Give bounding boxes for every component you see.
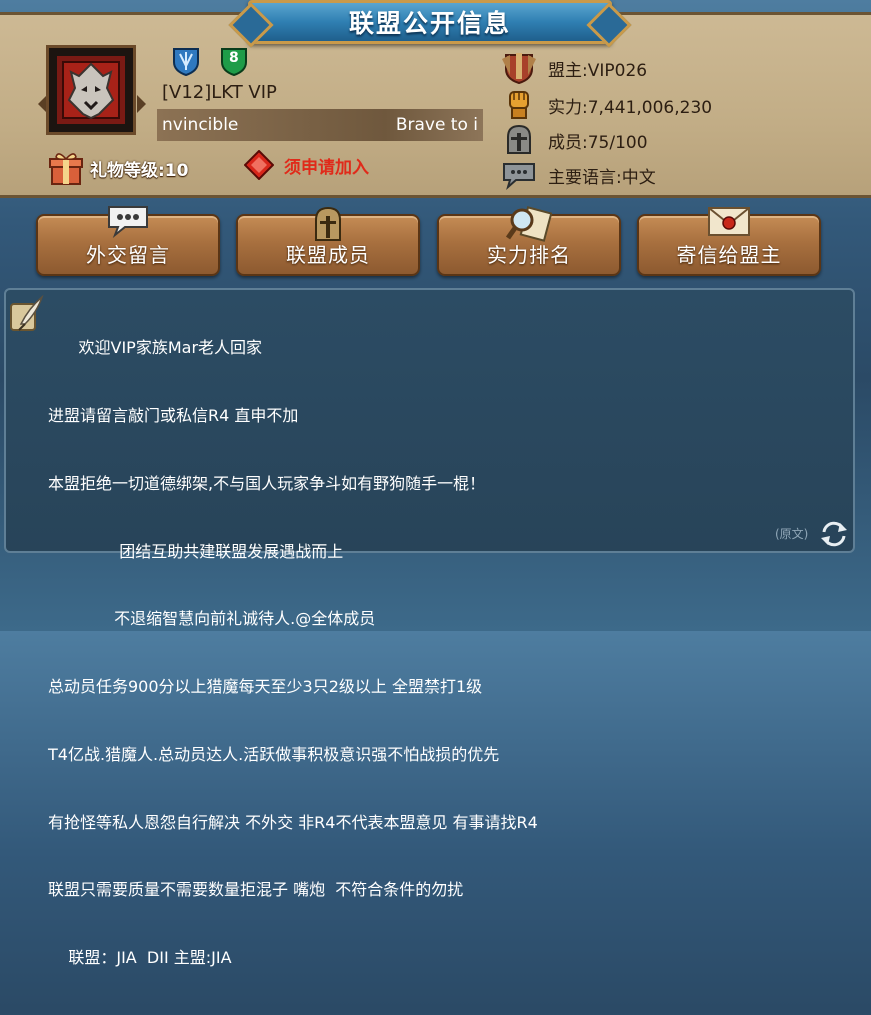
- members-text: 成员:75/100: [548, 132, 648, 153]
- alliance-motto: nvincible Brave to i: [157, 109, 483, 141]
- helmet-icon: [507, 124, 531, 154]
- notice-line: 进盟请留言敲门或私信R4 直申不加: [48, 405, 299, 425]
- helmet-icon: [315, 206, 341, 241]
- diplomacy-message-button[interactable]: 外交留言: [36, 206, 220, 276]
- power-text: 实力:7,441,006,230: [548, 97, 713, 118]
- motto-left-text: nvincible: [162, 115, 239, 135]
- motto-right-text: Brave to i: [395, 115, 478, 135]
- emblem-right-ornament: [137, 95, 146, 113]
- notice-text: 欢迎VIP家族Mar老人回家 进盟请留言敲门或私信R4 直申不加 本盟拒绝一切道…: [48, 292, 538, 1015]
- notice-line: T4亿战.猎魔人.总动员达人.活跃做事积极意识强不怕战损的优先: [48, 744, 500, 764]
- language-text: 主要语言:中文: [548, 167, 656, 188]
- speech-bubble-icon: [503, 163, 535, 190]
- power-row: 实力:7,441,006,230: [500, 88, 712, 122]
- original-text-toggle[interactable]: (原文): [775, 525, 808, 542]
- crest-icon: [502, 53, 536, 85]
- mail-leader-button[interactable]: 寄信给盟主: [637, 207, 821, 276]
- alliance-notice-panel: 欢迎VIP家族Mar老人回家 进盟请留言敲门或私信R4 直申不加 本盟拒绝一切道…: [4, 288, 855, 967]
- title-banner: 联盟公开信息: [248, 0, 612, 44]
- quill-scroll-icon: [10, 294, 44, 331]
- gift-level: 礼物等级:10: [48, 150, 188, 186]
- red-gem-icon: [244, 150, 274, 180]
- rank-shield-icon: [173, 48, 199, 76]
- notice-line: 本盟拒绝一切道德绑架,不与国人玩家争斗如有野狗随手一棍！: [48, 473, 486, 493]
- language-row: 主要语言:中文: [500, 160, 656, 190]
- wolf-emblem-icon: [57, 56, 125, 124]
- letter-icon: [708, 207, 750, 236]
- alliance-emblem[interactable]: [46, 45, 136, 135]
- shield-level: 8: [229, 50, 239, 66]
- translate-refresh-icon[interactable]: [819, 520, 849, 548]
- apply-label: 须申请加入: [284, 157, 369, 178]
- chat-bubble-icon: [108, 206, 148, 238]
- gift-box-icon: [49, 153, 83, 185]
- leader-row: 盟主:VIP026: [500, 51, 647, 85]
- members-row: 成员:75/100: [500, 123, 648, 157]
- page-title: 联盟公开信息: [348, 9, 511, 38]
- leader-text: 盟主:VIP026: [548, 60, 648, 81]
- alliance-members-button[interactable]: 联盟成员: [236, 206, 420, 276]
- magnifier-scroll-icon: [506, 206, 552, 242]
- mail-leader-label: 寄信给盟主: [676, 243, 782, 267]
- notice-line: 不退缩智慧向前礼诚待人.@全体成员: [48, 609, 376, 629]
- notice-line: 联盟：JIA DII 主盟:JIA: [48, 948, 232, 968]
- diplomacy-message-label: 外交留言: [86, 243, 170, 267]
- notice-line: 总动员任务900分以上猎魔每天至少3只2级以上 全盟禁打1级: [48, 677, 483, 697]
- notice-line: 欢迎VIP家族Mar老人回家: [48, 338, 263, 358]
- notice-line: 团结互助共建联盟发展遇战而上: [48, 541, 344, 561]
- gift-level-label: 礼物等级:10: [90, 160, 189, 181]
- fist-icon: [509, 91, 529, 119]
- power-ranking-button[interactable]: 实力排名: [437, 206, 621, 276]
- notice-line: 联盟只需要质量不需要数量拒混子 嘴炮 不符合条件的勿扰: [48, 880, 464, 900]
- apply-requirement: 须申请加入: [244, 150, 369, 180]
- notice-line: 有抢怪等私人恩怨自行解决 不外交 非R4不代表本盟意见 有事请找R4: [48, 812, 538, 832]
- alliance-name: [V12]LKT VIP: [162, 82, 277, 103]
